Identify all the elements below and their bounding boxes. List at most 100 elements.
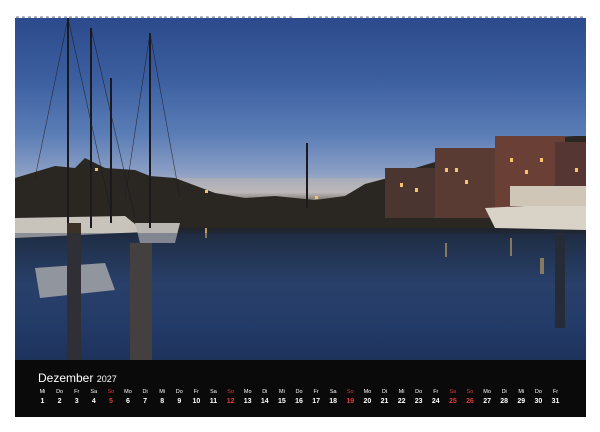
calendar-day: Di 7 xyxy=(137,389,154,408)
day-number: 13 xyxy=(243,398,252,405)
weekday-label: Sa xyxy=(210,389,217,395)
calendar-day: Sa 18 xyxy=(325,389,342,408)
day-number: 1 xyxy=(40,398,45,405)
weekday-label: Mi xyxy=(518,389,525,395)
calendar-day: So 5 xyxy=(102,389,119,408)
day-number: 11 xyxy=(209,398,218,405)
calendar-day: Sa 11 xyxy=(205,389,222,408)
day-number: 4 xyxy=(91,398,96,405)
weekday-label: So xyxy=(227,389,234,395)
weekday-label: Mi xyxy=(278,389,285,395)
day-number: 5 xyxy=(108,398,113,405)
calendar-day: Mi 1 xyxy=(34,389,51,408)
calendar-day: Mo 20 xyxy=(359,389,376,408)
weekday-label: Do xyxy=(56,389,64,395)
day-number: 20 xyxy=(363,398,372,405)
weekday-label: So xyxy=(346,389,354,395)
calendar-day: Di 14 xyxy=(256,389,273,408)
weekday-label: Sa xyxy=(329,389,337,395)
weekday-label: Mi xyxy=(159,389,166,395)
day-number: 24 xyxy=(431,398,440,405)
month-name: Dezember xyxy=(38,371,94,385)
calendar-day: Do 9 xyxy=(171,389,188,408)
calendar-day: Do 16 xyxy=(291,389,308,408)
calendar-day: Fr 24 xyxy=(427,389,444,408)
day-number: 7 xyxy=(143,398,148,405)
calendar-day: Mi 8 xyxy=(154,389,171,408)
day-number: 31 xyxy=(551,398,560,405)
calendar-day: Di 21 xyxy=(376,389,393,408)
day-number: 3 xyxy=(74,398,79,405)
weekday-label: Mi xyxy=(398,389,405,395)
day-grid: Mi 1 Do 2 Fr 3 Sa 4 So 5 Mo 6 Di 7 Mi 8 Do 9 Fr 10 Sa 11 So 12 M… xyxy=(34,389,565,411)
calendar-day: Mo 27 xyxy=(479,389,496,408)
day-number: 23 xyxy=(414,398,423,405)
calendar-day: Mi 15 xyxy=(273,389,290,408)
weekday-label: Di xyxy=(262,389,268,395)
day-number: 8 xyxy=(160,398,165,405)
calendar-day: Di 28 xyxy=(496,389,513,408)
weekday-label: So xyxy=(466,389,474,395)
weekday-label: Sa xyxy=(449,389,457,395)
day-number: 16 xyxy=(295,398,303,405)
day-number: 6 xyxy=(126,398,130,405)
day-number: 9 xyxy=(177,398,182,405)
weekday-label: Fr xyxy=(313,389,319,395)
calendar-day: Fr 17 xyxy=(308,389,325,408)
weekday-label: Do xyxy=(534,389,542,395)
weekday-label: Sa xyxy=(90,389,98,395)
calendar-day: Do 30 xyxy=(530,389,547,408)
calendar-day: Fr 3 xyxy=(68,389,85,408)
weekday-label: Di xyxy=(501,389,507,395)
calendar-day: Sa 4 xyxy=(85,389,102,408)
day-number: 17 xyxy=(312,398,320,405)
calendar-day: Fr 10 xyxy=(188,389,205,408)
calendar-day: Mo 13 xyxy=(239,389,256,408)
harbor-night-photo xyxy=(15,18,586,360)
day-number: 27 xyxy=(483,398,491,405)
weekday-label: Fr xyxy=(193,389,199,395)
weekday-label: Fr xyxy=(74,389,80,395)
day-number: 25 xyxy=(448,398,457,405)
weekday-label: Mi xyxy=(39,389,46,395)
harbor-scene xyxy=(15,18,586,360)
day-number: 2 xyxy=(57,398,62,405)
calendar-day: Mi 29 xyxy=(513,389,530,408)
weekday-label: Mo xyxy=(483,389,491,395)
weekday-label: So xyxy=(107,389,115,395)
day-number: 10 xyxy=(192,398,201,405)
day-number: 19 xyxy=(346,398,355,405)
day-number: 26 xyxy=(466,398,474,405)
calendar-day: Do 2 xyxy=(51,389,68,408)
calendar-month-strip: Dezember 2027 Mi 1 Do 2 Fr 3 Sa 4 So 5 Mo 6 Di 7 Mi 8 Do… xyxy=(15,360,586,417)
day-number: 18 xyxy=(329,398,338,405)
weekday-label: Mo xyxy=(124,389,132,395)
calendar-day: Sa 25 xyxy=(444,389,461,408)
weekday-label: Do xyxy=(295,389,303,395)
day-number: 30 xyxy=(534,398,543,405)
month-year: 2027 xyxy=(96,374,117,384)
calendar-day: So 12 xyxy=(222,389,239,408)
calendar-day: So 26 xyxy=(462,389,479,408)
weekday-label: Do xyxy=(175,389,183,395)
weekday-label: Fr xyxy=(552,389,559,395)
calendar-day: Mo 6 xyxy=(120,389,137,408)
weekday-label: Di xyxy=(381,389,388,395)
month-title: Dezember 2027 xyxy=(38,371,117,385)
day-number: 15 xyxy=(277,398,286,405)
weekday-label: Do xyxy=(415,389,423,395)
day-number: 14 xyxy=(260,398,269,405)
weekday-label: Mo xyxy=(363,389,372,395)
weekday-label: Fr xyxy=(433,389,439,395)
day-number: 21 xyxy=(380,398,389,405)
weekday-label: Di xyxy=(142,389,148,395)
day-number: 29 xyxy=(517,398,526,405)
calendar-day: Mi 22 xyxy=(393,389,410,408)
day-number: 28 xyxy=(500,398,509,405)
calendar-day: Do 23 xyxy=(410,389,427,408)
wall-calendar-page: Dezember 2027 Mi 1 Do 2 Fr 3 Sa 4 So 5 Mo 6 Di 7 Mi 8 Do… xyxy=(0,0,600,432)
day-number: 12 xyxy=(226,398,235,405)
calendar-day: Fr 31 xyxy=(547,389,564,408)
day-number: 22 xyxy=(397,398,406,405)
weekday-label: Mo xyxy=(243,389,252,395)
